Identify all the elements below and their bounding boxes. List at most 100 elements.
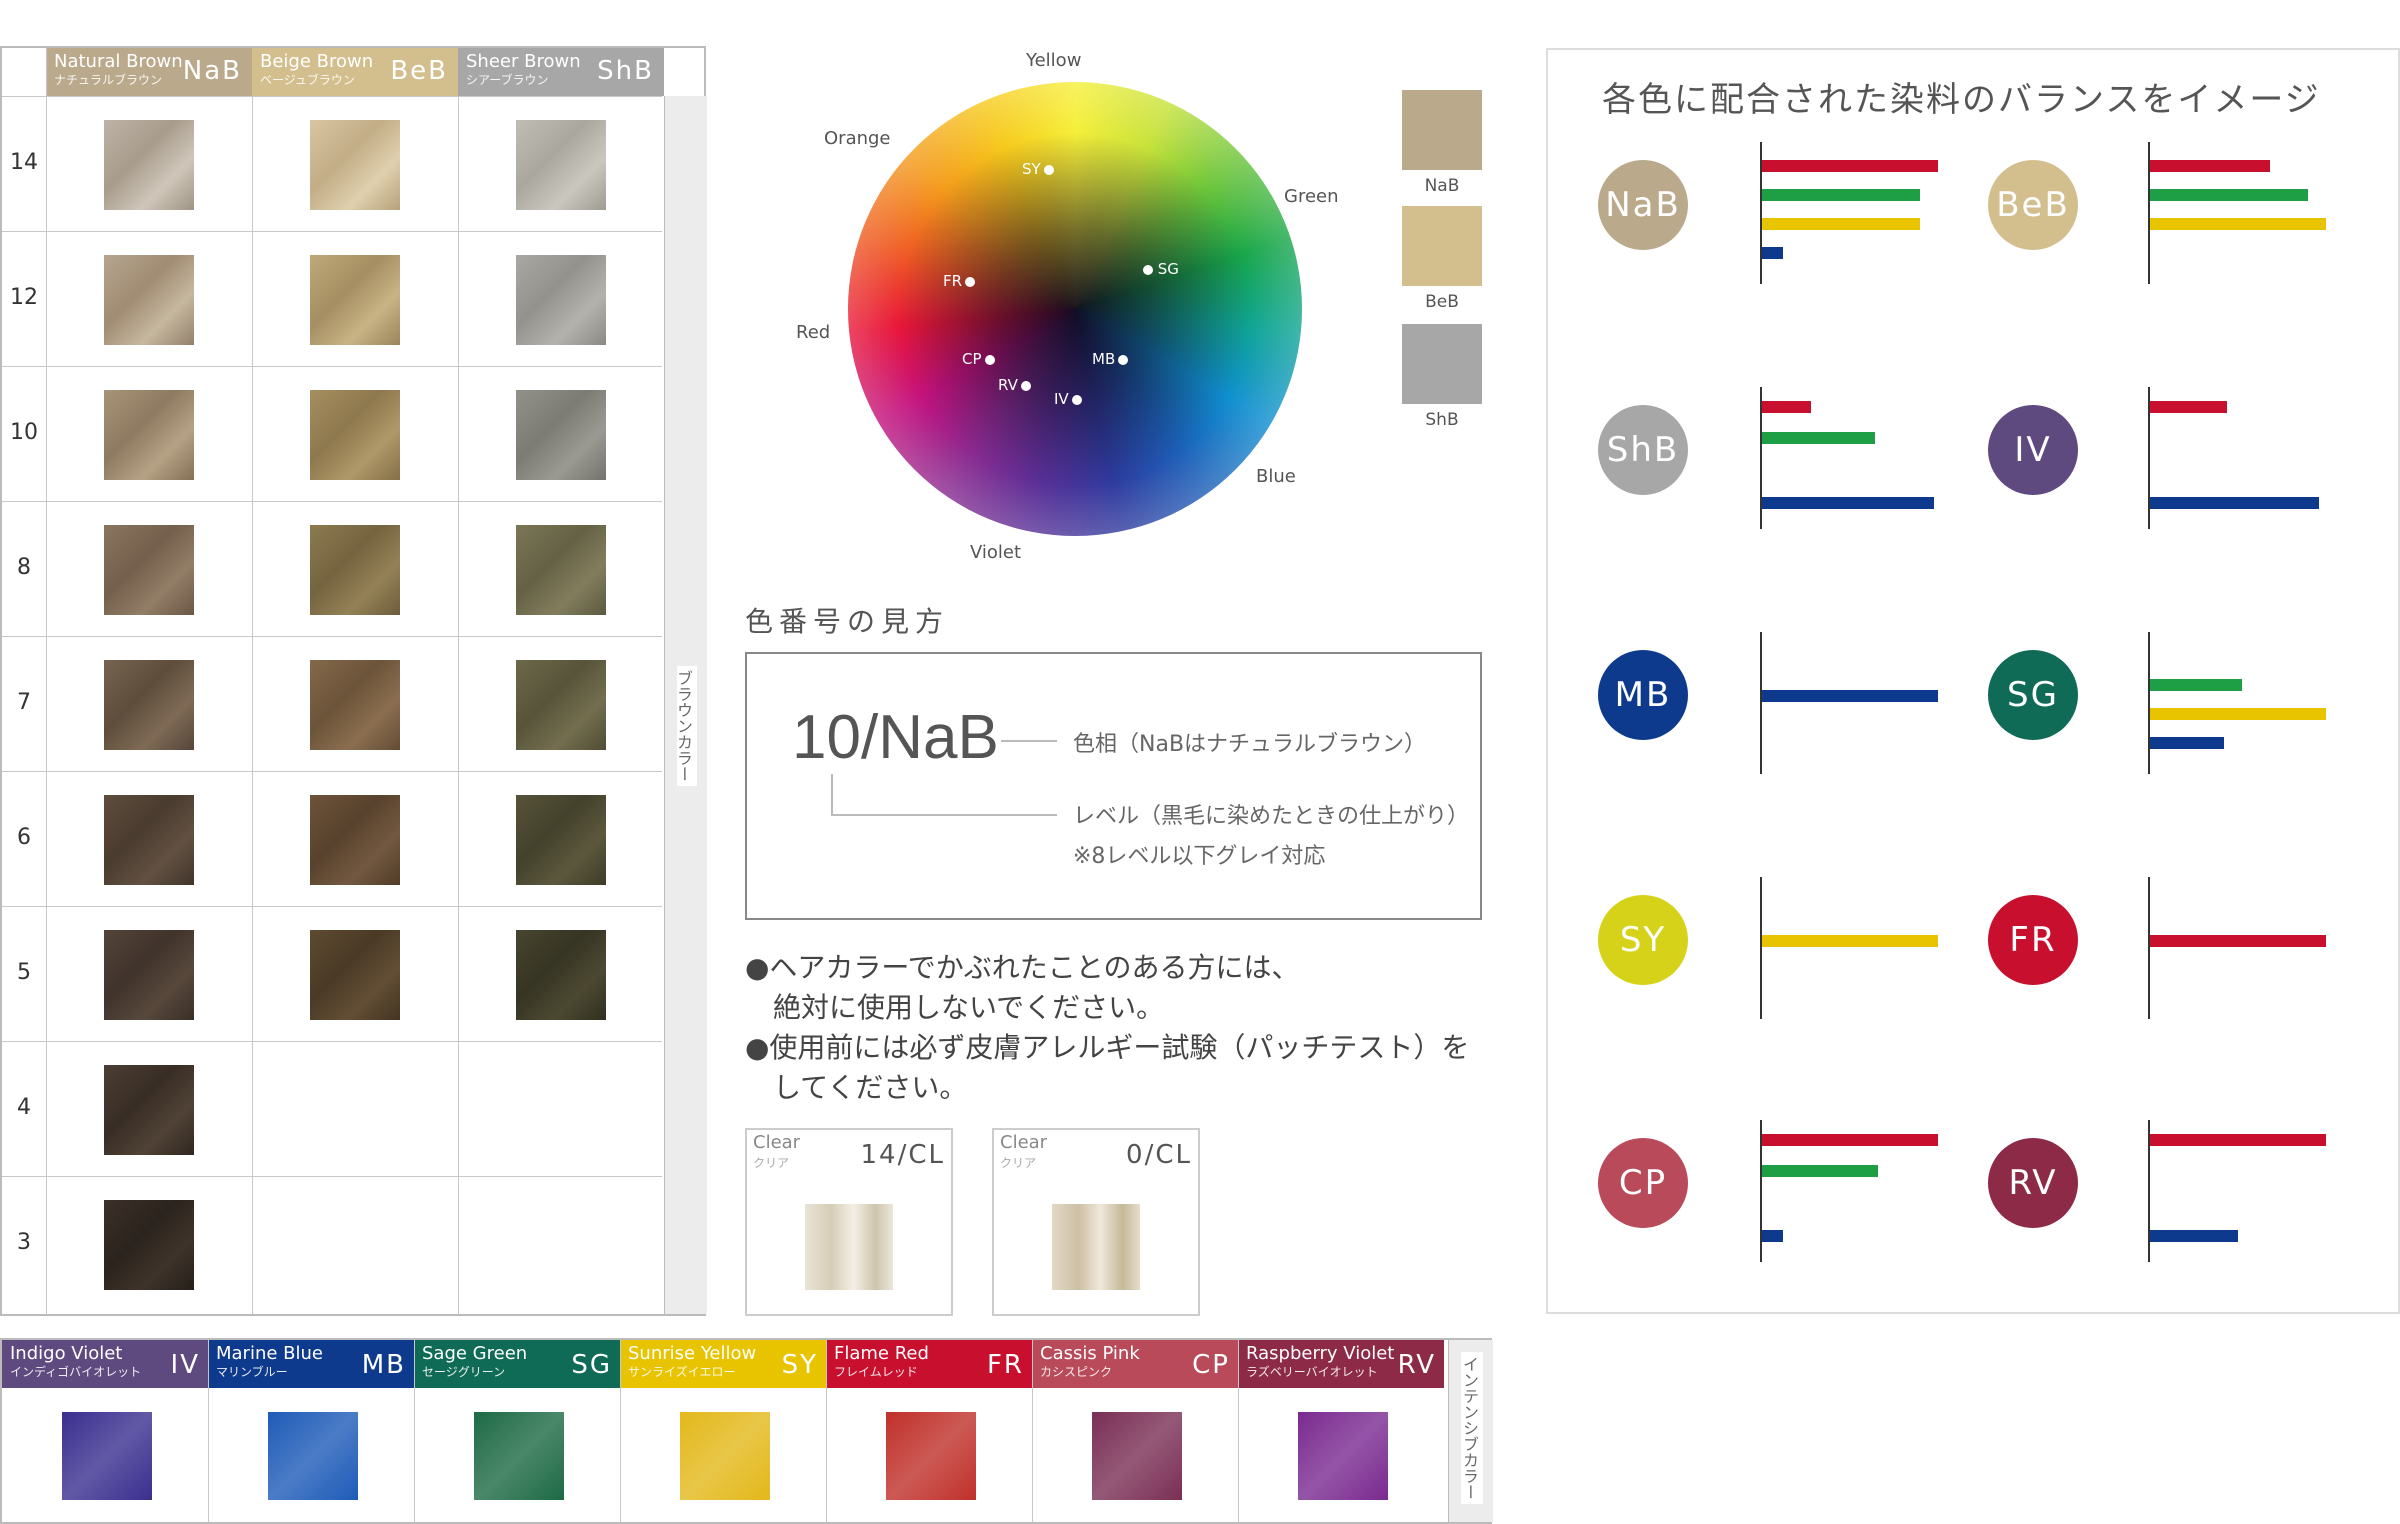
warning-line: ●ヘアカラーでかぶれたことのある方には、 [745,951,1300,984]
wheel-label-green: Green [1284,186,1339,207]
dye-bar-blue [1762,690,1938,702]
level-label: 4 [17,1095,31,1120]
connector-line [831,774,833,814]
intensive-side-label: インテンシブカラー [1448,1340,1493,1522]
hair-swatch [516,795,606,885]
hair-swatch [104,1200,194,1290]
wheel-label-violet: Violet [970,542,1022,563]
wheel-label-blue: Blue [1256,466,1296,487]
hair-swatch [516,525,606,615]
wheel-dot-icon [1071,394,1082,405]
clear-label-en: Clear [1000,1132,1048,1153]
column-header-code: ShB [597,56,654,86]
wheel-label-red: Red [796,322,831,343]
dye-bar-blue [1762,497,1934,510]
side-label-text: ブラウンカラー [674,666,697,786]
dye-bar-yellow [1762,935,1938,947]
grid-line [826,1340,827,1522]
connector-line [831,814,1057,816]
dye-bar-red [1762,1134,1938,1147]
side-label-text: インテンシブカラー [1460,1352,1483,1504]
bar-axis [2148,877,2150,1019]
intensive-header-cp: Cassis Pink カシスピンク CP [1032,1340,1238,1388]
hair-swatch [516,255,606,345]
wheel-point-sg: SG [1140,260,1179,278]
dye-bar-blue [1762,1230,1783,1243]
hair-swatch [310,390,400,480]
hair-swatch [310,930,400,1020]
hair-swatch [516,120,606,210]
wheel-point-sy: SY [1022,160,1054,178]
intensive-header-sg: Sage Green セージグリーン SG [414,1340,620,1388]
grid-line [46,48,47,1314]
wheel-point-fr: FR [943,272,976,290]
wheel-point-label: MB [1092,350,1116,368]
wheel-point-label: SY [1022,160,1041,178]
level-label: 12 [10,285,38,310]
wheel-label-yellow: Yellow [1026,50,1082,71]
intensive-swatch [886,1412,976,1500]
brown-color-side-label: ブラウンカラー [664,96,707,1314]
wheel-point-label: IV [1054,390,1069,408]
level-label: 5 [17,960,31,985]
dye-circle-sg: SG [1988,650,2078,740]
clear-code: 14/CL [860,1140,945,1170]
wheel-point-label: CP [962,350,982,368]
dye-bar-yellow [1762,217,1920,230]
bar-axis [1760,632,1762,774]
grid-line [2,1176,662,1177]
level-label: 8 [17,555,31,580]
gray-note: ※8レベル以下グレイ対応 [1073,844,1326,869]
dye-bar-blue [2150,1230,2238,1243]
dye-circle-iv: IV [1988,405,2078,495]
intensive-swatch [62,1412,152,1500]
legend-label: BeB [1425,292,1459,312]
clear-label-jp: クリア [1000,1156,1037,1170]
grid-line [2,231,662,232]
dye-circle-shb: ShB [1598,405,1688,495]
wheel-point-iv: IV [1054,390,1082,408]
wheel-point-rv: RV [998,376,1031,394]
grid-line [252,96,253,1314]
clear-swatch [805,1204,893,1290]
dye-bar-red [2150,935,2326,947]
example-code: 10/NaB [792,703,999,772]
level-label: 3 [17,1230,31,1255]
dye-bar-yellow [2150,707,2326,720]
wheel-dot-icon [1020,380,1031,391]
brown-color-table: Natural Brown ナチュラルブラウン NaB Beige Brown … [0,46,707,1316]
intensive-swatch [268,1412,358,1500]
intensive-header-mb: Marine Blue マリンブルー MB [208,1340,414,1388]
grid-line [208,1340,209,1522]
level-label: 10 [10,420,38,445]
hair-swatch [310,255,400,345]
hair-swatch [104,930,194,1020]
dye-bar-red [1762,401,1811,414]
hue-note: 色相（NaBはナチュラルブラウン） [1073,732,1427,757]
intensive-header-code: SY [781,1350,818,1380]
dye-bar-green [1762,1165,1878,1178]
dye-bar-red [2150,401,2227,414]
grid-line [1238,1340,1239,1522]
intensive-header-code: IV [170,1350,200,1380]
dye-circle-sy: SY [1598,895,1688,985]
hair-swatch [104,120,194,210]
hair-swatch [516,930,606,1020]
bar-axis [1760,877,1762,1019]
dye-circle-rv: RV [1988,1138,2078,1228]
dye-bar-blue [1762,246,1783,259]
level-label: 7 [17,690,31,715]
dye-bar-green [1762,189,1920,201]
level-note: レベル（黒毛に染めたときの仕上がり） [1073,804,1470,829]
bar-axis [2148,632,2150,774]
dye-bar-green [2150,679,2242,691]
intensive-color-table: Indigo Violet インディゴバイオレット IV Marine Blue マリン… [0,1338,1493,1524]
dye-bar-red [2150,1134,2326,1147]
grid-line [2,1041,662,1042]
hair-swatch [104,795,194,885]
grid-line [2,366,662,367]
clear-box: Clear クリア 0/CL [992,1128,1200,1316]
grid-line [2,636,662,637]
legend-label: ShB [1425,410,1459,430]
grid-line [414,1340,415,1522]
